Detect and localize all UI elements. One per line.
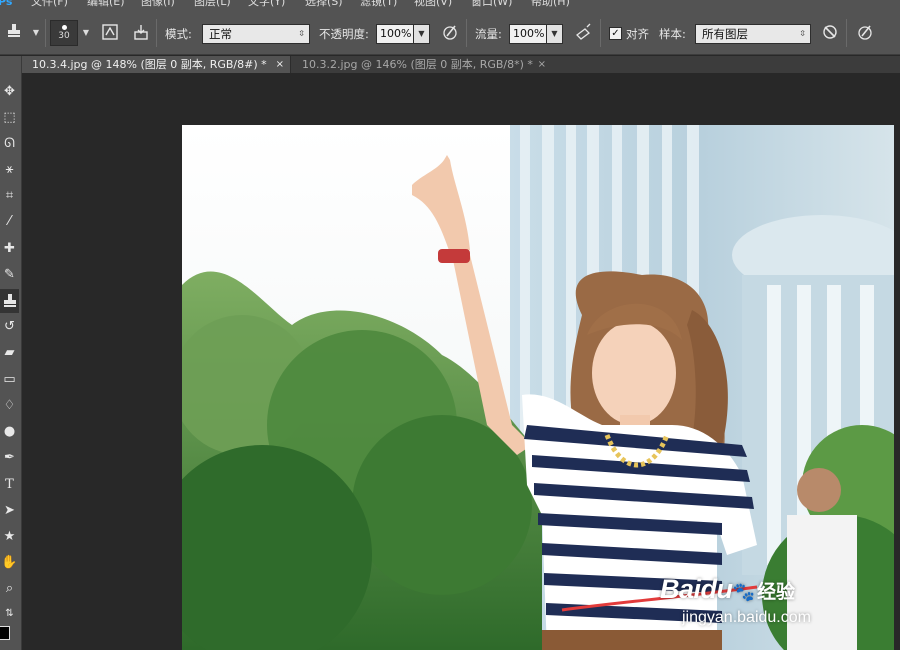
foreground-color-swatch[interactable] [0, 626, 10, 640]
separator [156, 19, 157, 47]
canvas-workspace[interactable]: Baidu🐾 经验 jingyan.baidu.com [22, 73, 900, 650]
photoshop-logo-icon: Ps [0, 0, 13, 8]
menu-edit[interactable]: 编辑(E) [87, 0, 125, 10]
paw-icon: 🐾 [732, 582, 755, 603]
menu-type[interactable]: 文字(Y) [248, 0, 285, 10]
opacity-dropdown-icon[interactable]: ▼ [414, 24, 430, 44]
menu-select[interactable]: 选择(S) [305, 0, 343, 10]
brush-preset-picker[interactable]: 30 [50, 20, 78, 46]
flow-dropdown-icon[interactable]: ▼ [547, 24, 563, 44]
clone-stamp-preset-icon[interactable] [4, 23, 24, 43]
select-arrows-icon: ⇳ [799, 29, 806, 38]
pressure-size-icon[interactable] [855, 23, 875, 43]
history-brush-tool-icon[interactable]: ↺ [0, 315, 19, 339]
flow-input[interactable]: 100% [509, 24, 547, 44]
menu-help[interactable]: 帮助(H) [531, 0, 570, 10]
watermark-brand: Baidu [660, 574, 733, 604]
document-tab-bar: 10.3.4.jpg @ 148% (图层 0 副本, RGB/8#) * × … [22, 56, 900, 73]
ignore-adjustment-layers-icon[interactable] [820, 23, 840, 43]
photo-illustration [182, 125, 894, 650]
flow-label: 流量: [475, 27, 502, 41]
mode-label: 模式: [165, 27, 192, 41]
mode-select[interactable]: 正常 ⇳ [202, 24, 310, 44]
opacity-pressure-icon[interactable] [440, 23, 460, 43]
document-canvas-image[interactable]: Baidu🐾 经验 jingyan.baidu.com [182, 125, 894, 650]
watermark-brand-cn: 经验 [756, 581, 795, 603]
eraser-tool-icon[interactable]: ▰ [0, 341, 19, 365]
path-selection-tool-icon[interactable]: ➤ [0, 499, 19, 523]
blur-tool-icon[interactable]: ♢ [0, 394, 19, 418]
shape-tool-icon[interactable]: ★ [0, 525, 19, 549]
mode-value: 正常 [209, 27, 232, 41]
sample-label: 样本: [659, 27, 686, 41]
aligned-checkbox[interactable]: ✓ [609, 27, 622, 40]
menu-view[interactable]: 视图(V) [414, 0, 452, 10]
swap-colors-icon[interactable]: ⇅ [0, 602, 19, 626]
separator [45, 19, 46, 47]
menu-image[interactable]: 图像(I) [141, 0, 175, 10]
tool-preset-dropdown-icon[interactable]: ▼ [30, 23, 42, 43]
menu-bar: Ps 文件(F) 编辑(E) 图像(I) 图层(L) 文字(Y) 选择(S) 滤… [0, 0, 900, 10]
magic-wand-tool-icon[interactable]: ⚹ [0, 158, 19, 182]
tools-panel: ✥ ⬚ ᘏ ⚹ ⌗ ⁄ ✚ ✎ ↺ ▰ ▭ ♢ ● ✒ T ➤ ★ ✋ ⌕ ⇅ [0, 56, 22, 650]
brush-panel-toggle-icon[interactable] [100, 23, 120, 43]
menu-layer[interactable]: 图层(L) [194, 0, 231, 10]
options-bar: ▼ 30 ▼ 模式: 正常 ⇳ 不透明度: 100% ▼ 流量: 100% ▼ [0, 10, 900, 55]
hand-tool-icon[interactable]: ✋ [0, 551, 19, 575]
opacity-input[interactable]: 100% [376, 24, 414, 44]
eyedropper-tool-icon[interactable]: ⁄ [0, 210, 19, 234]
move-tool-icon[interactable]: ✥ [0, 80, 19, 104]
tab-title: 10.3.2.jpg @ 146% (图层 0 副本, RGB/8*) * [302, 58, 533, 71]
marquee-tool-icon[interactable]: ⬚ [0, 106, 19, 130]
tab-10-3-4[interactable]: 10.3.4.jpg @ 148% (图层 0 副本, RGB/8#) * × [22, 56, 291, 73]
crop-tool-icon[interactable]: ⌗ [0, 184, 19, 208]
healing-brush-tool-icon[interactable]: ✚ [0, 237, 19, 261]
close-tab-icon[interactable]: × [276, 56, 284, 73]
menu-filter[interactable]: 滤镜(T) [360, 0, 397, 10]
sample-value: 所有图层 [702, 27, 748, 41]
aligned-label: 对齐 [626, 27, 649, 41]
clone-stamp-tool-icon[interactable] [0, 289, 19, 313]
separator [466, 19, 467, 47]
separator [600, 19, 601, 47]
type-tool-icon[interactable]: T [0, 473, 19, 497]
brush-dropdown-icon[interactable]: ▼ [80, 23, 92, 43]
select-arrows-icon: ⇳ [298, 29, 305, 38]
dodge-tool-icon[interactable]: ● [0, 420, 19, 444]
baidu-watermark: Baidu🐾 经验 [660, 574, 795, 605]
opacity-label: 不透明度: [319, 27, 369, 41]
watermark-url: jingyan.baidu.com [682, 609, 811, 626]
airbrush-icon[interactable] [574, 23, 594, 43]
menu-file[interactable]: 文件(F) [31, 0, 68, 10]
brush-size: 30 [58, 31, 70, 41]
zoom-tool-icon[interactable]: ⌕ [0, 577, 19, 601]
brush-tool-icon[interactable]: ✎ [0, 263, 19, 287]
separator [846, 19, 847, 47]
brush-tip-icon [61, 25, 67, 30]
photoshop-window: Ps 文件(F) 编辑(E) 图像(I) 图层(L) 文字(Y) 选择(S) 滤… [0, 0, 900, 650]
tab-10-3-2[interactable]: 10.3.2.jpg @ 146% (图层 0 副本, RGB/8*) * × [292, 56, 552, 73]
clone-source-panel-icon[interactable] [131, 23, 151, 43]
gradient-tool-icon[interactable]: ▭ [0, 368, 19, 392]
lasso-tool-icon[interactable]: ᘏ [0, 132, 19, 156]
close-tab-icon[interactable]: × [538, 56, 546, 73]
menu-window[interactable]: 窗口(W) [471, 0, 512, 10]
sample-select[interactable]: 所有图层 ⇳ [695, 24, 811, 44]
pen-tool-icon[interactable]: ✒ [0, 446, 19, 470]
tab-title: 10.3.4.jpg @ 148% (图层 0 副本, RGB/8#) * [32, 58, 267, 71]
